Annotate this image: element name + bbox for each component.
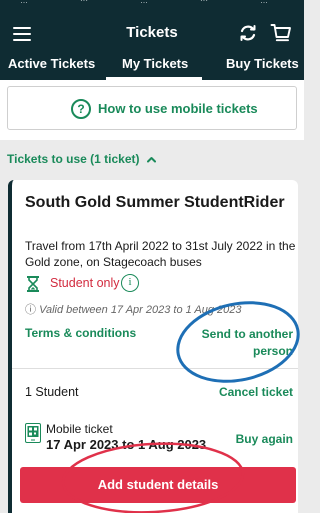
divider — [12, 368, 298, 369]
send-to-another-person-link[interactable]: Send to another person — [173, 326, 293, 360]
mobile-ticket-icon — [25, 423, 41, 443]
ticket-description: Travel from 17th April 2022 to 31st July… — [25, 239, 296, 269]
valid-info-icon: ⓘ — [25, 304, 36, 316]
status-bar-clip: … ··· … ··· … — [0, 0, 304, 12]
valid-between-label: Valid between 17 Apr 2023 to 1 Aug 2023 — [39, 304, 242, 316]
status-bar-fragment: ··· — [80, 0, 88, 5]
howto-section: ? How to use mobile tickets — [0, 80, 304, 140]
ticket-dates: 17 Apr 2023 to 1 Aug 2023 — [46, 437, 207, 452]
chevron-up-icon — [146, 157, 156, 163]
terms-and-conditions-link[interactable]: Terms & conditions — [25, 326, 136, 340]
ticket-card: South Gold Summer StudentRider Travel fr… — [8, 180, 298, 513]
info-icon[interactable]: i — [121, 274, 139, 292]
status-bar-fragment: ··· — [200, 0, 208, 5]
help-icon: ? — [71, 99, 91, 119]
tickets-to-use-label: Tickets to use (1 ticket) — [7, 152, 140, 166]
tab-buy-tickets[interactable]: Buy Tickets — [226, 56, 299, 71]
refresh-icon[interactable] — [238, 23, 258, 43]
basket-icon[interactable] — [270, 23, 292, 43]
tickets-to-use-toggle[interactable]: Tickets to use (1 ticket) — [7, 152, 156, 166]
status-bar-fragment: … — [260, 0, 268, 5]
status-bar-fragment: … — [140, 0, 148, 5]
student-only-label: Student only — [50, 276, 120, 290]
how-to-label: How to use mobile tickets — [98, 101, 258, 116]
passenger-count: 1 Student — [25, 385, 79, 399]
tab-active-tickets[interactable]: Active Tickets — [8, 56, 95, 71]
status-bar-fragment: … — [20, 0, 28, 5]
cancel-ticket-link[interactable]: Cancel ticket — [219, 385, 293, 399]
mobile-ticket-label: Mobile ticket — [46, 422, 113, 436]
tab-my-tickets[interactable]: My Tickets — [122, 56, 188, 71]
ticket-title: South Gold Summer StudentRider — [25, 194, 285, 211]
add-student-details-button[interactable]: Add student details — [20, 467, 296, 503]
how-to-use-mobile-tickets-button[interactable]: ? How to use mobile tickets — [7, 86, 297, 130]
hourglass-icon — [27, 276, 39, 292]
page-title: Tickets — [126, 24, 178, 41]
validity-text: ⓘ Valid between 17 Apr 2023 to 1 Aug 202… — [25, 301, 300, 317]
app-header: … ··· … ··· … Tickets Active Tickets My … — [0, 0, 304, 80]
ticket-tabs: Active Tickets My Tickets Buy Tickets — [0, 50, 304, 80]
buy-again-link[interactable]: Buy again — [236, 432, 293, 446]
